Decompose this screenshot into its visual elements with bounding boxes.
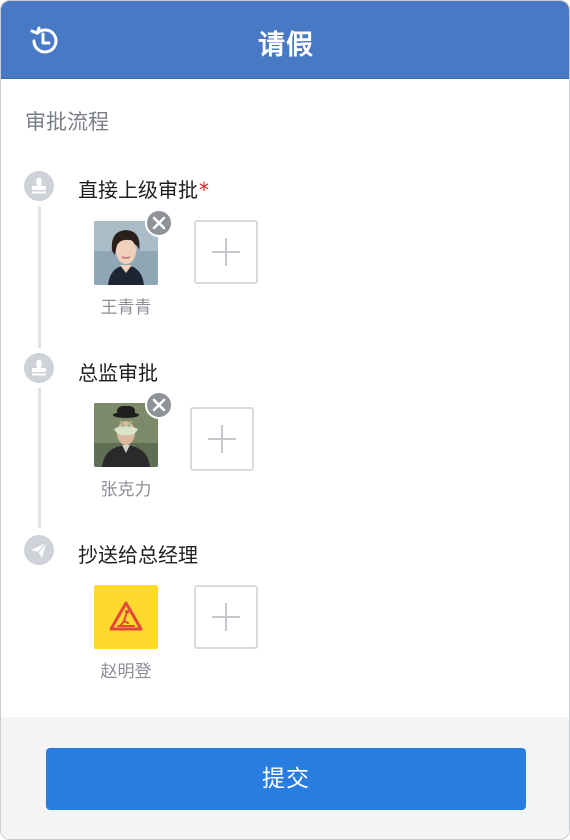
step-label-director: 总监审批	[78, 361, 158, 385]
close-icon	[152, 398, 166, 412]
stamp-icon	[24, 171, 54, 201]
cc-recipient-name: 赵明登	[100, 662, 152, 682]
remove-approver-button[interactable]	[145, 391, 173, 419]
stamp-icon	[24, 353, 54, 383]
step-label-cc-general-manager: 抄送给总经理	[78, 543, 198, 567]
submit-button[interactable]: 提交	[46, 748, 526, 810]
footer: 提交	[1, 717, 569, 839]
step-label-direct-supervisor: 直接上级审批*	[78, 174, 209, 203]
page-title: 请假	[258, 30, 314, 61]
approver-name: 张克力	[100, 480, 152, 500]
step-connector	[38, 388, 41, 528]
add-approver-button[interactable]	[194, 220, 258, 284]
remove-approver-button[interactable]	[145, 209, 173, 237]
add-approver-button[interactable]	[190, 407, 254, 471]
required-mark: *	[199, 178, 209, 202]
step-connector	[38, 206, 41, 348]
paper-plane-icon	[24, 535, 54, 565]
close-icon	[152, 216, 166, 230]
header-bar: 请假	[1, 1, 569, 79]
step-label-text: 直接上级审批	[78, 178, 198, 202]
approver-name: 王青青	[100, 298, 152, 318]
add-cc-button[interactable]	[194, 585, 258, 649]
avatar	[94, 585, 158, 649]
app-frame: 请假 审批流程 直接上级审批* 王青青 总监审批 张克力 抄送给总经理 赵明登 …	[0, 0, 570, 840]
section-title: 审批流程	[25, 110, 109, 134]
